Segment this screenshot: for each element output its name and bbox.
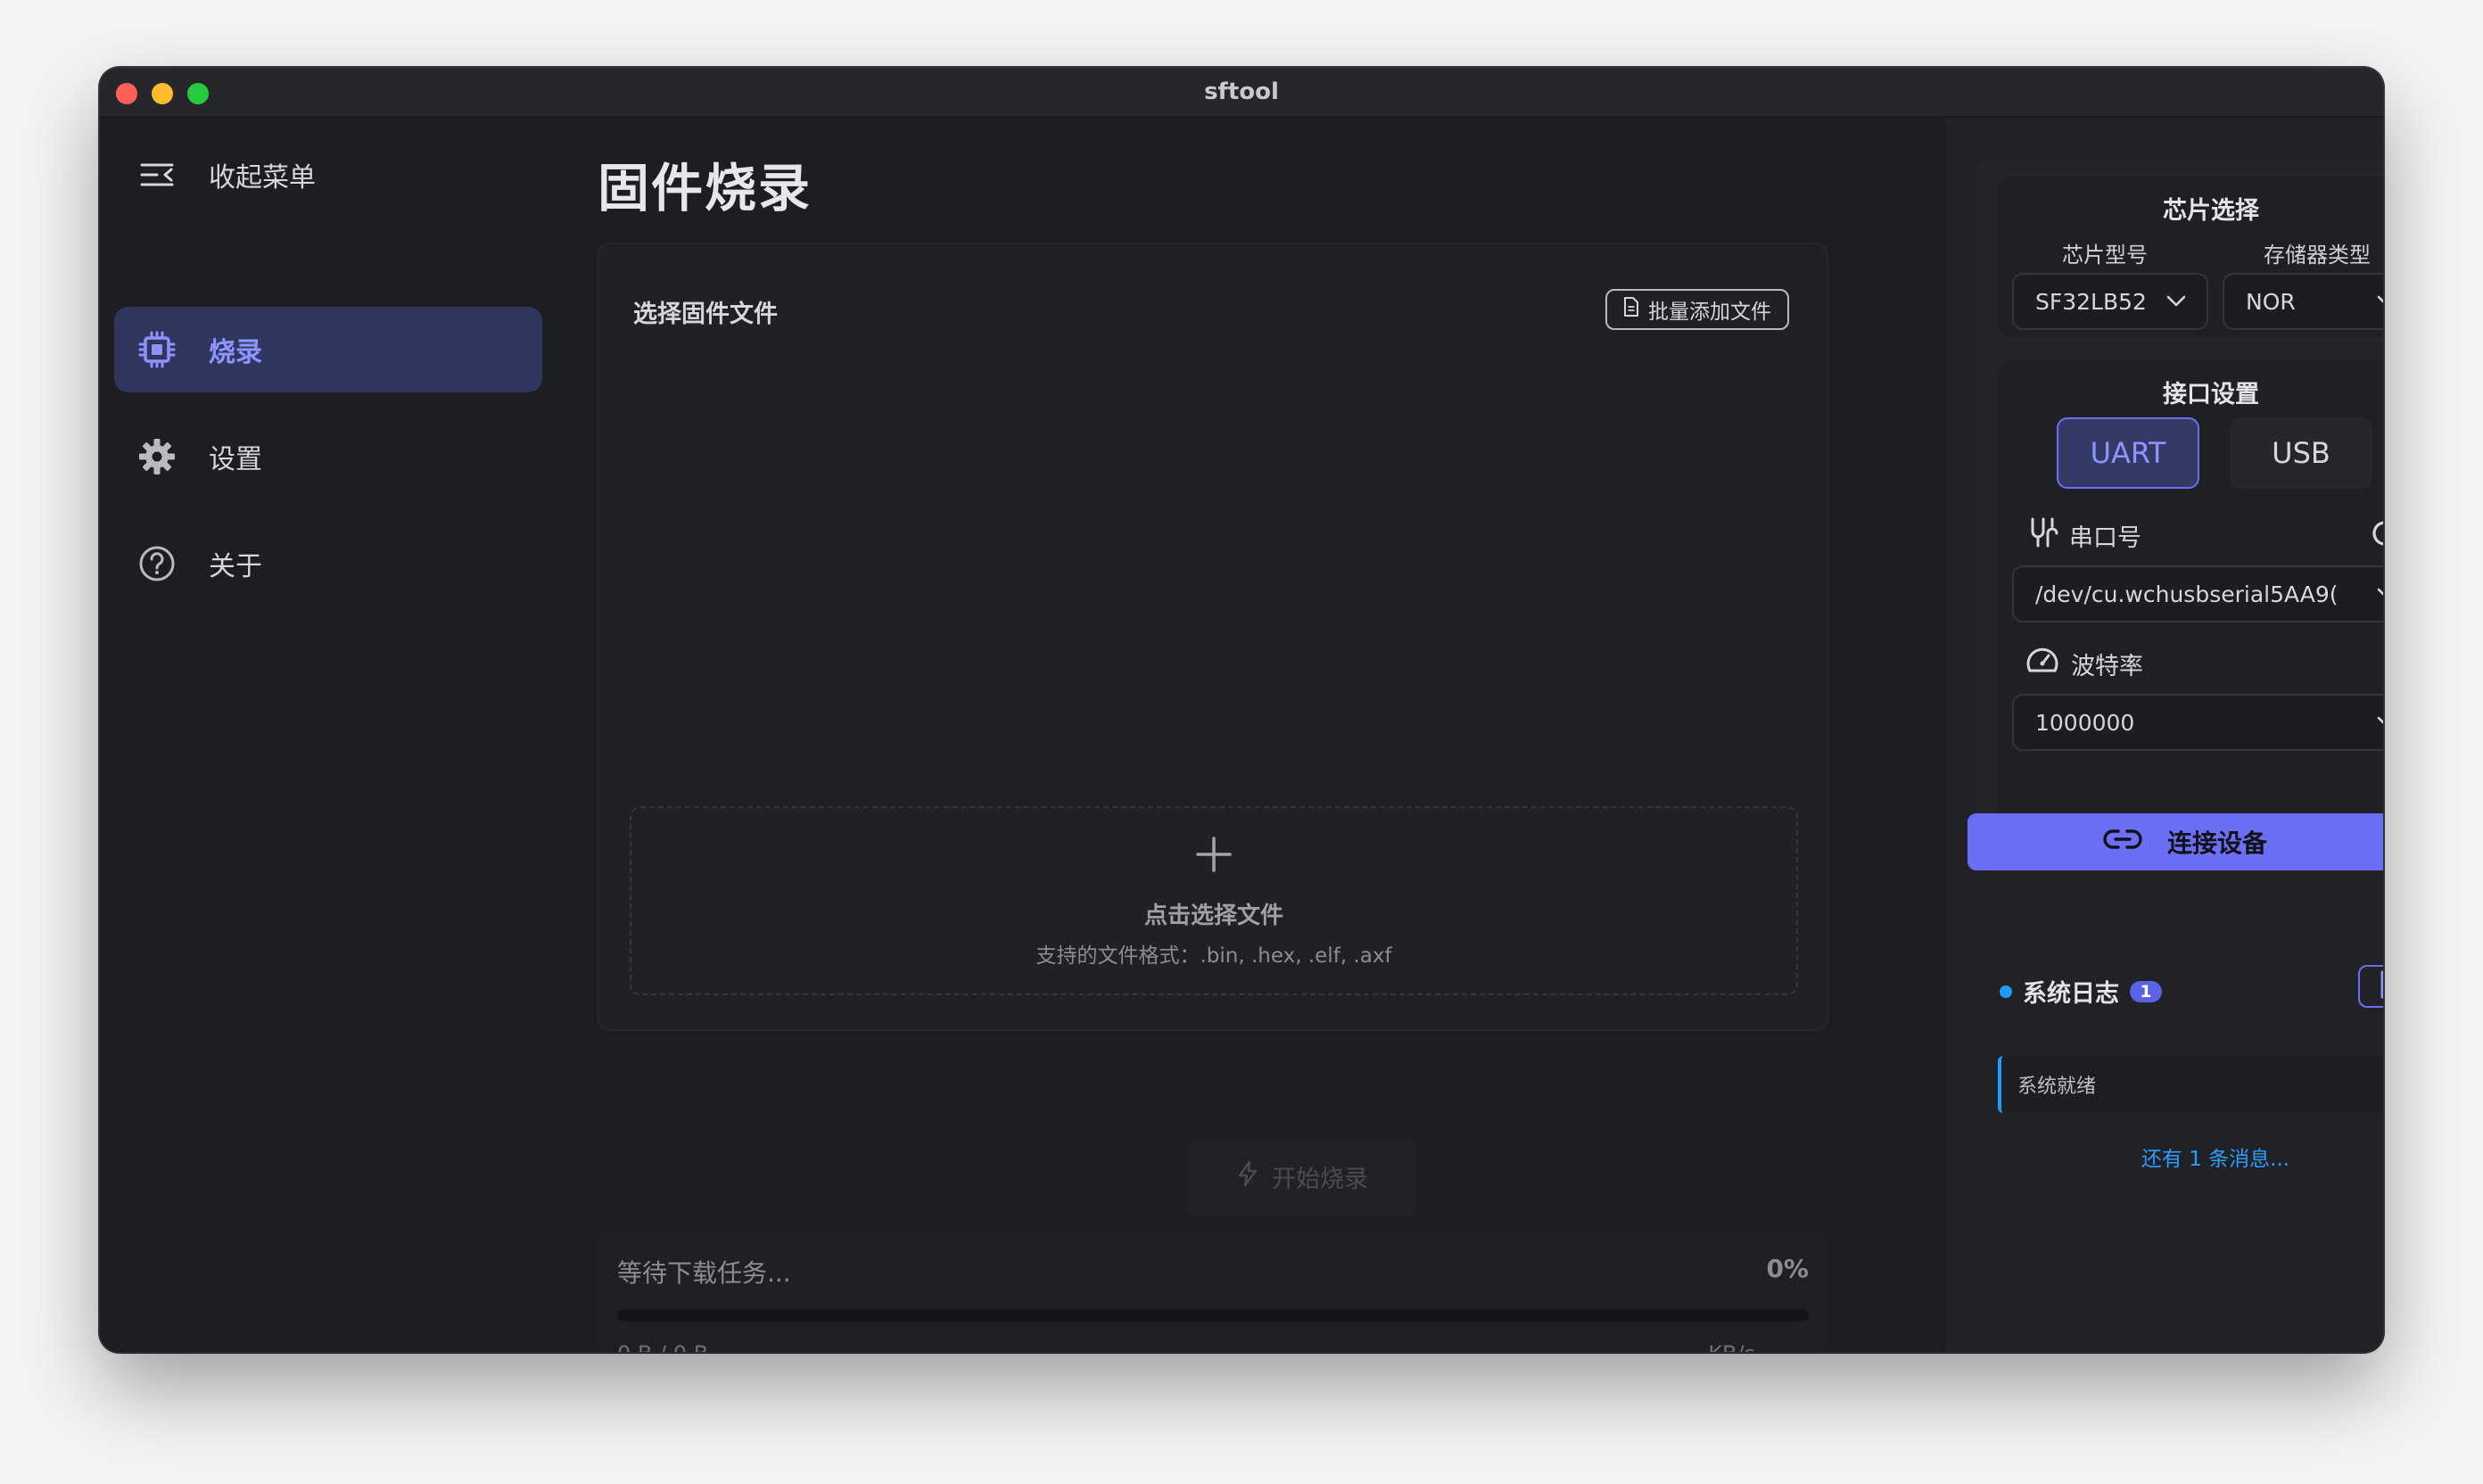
baud-rate-select[interactable]: 1000000 [2012,694,2383,751]
chip-icon [137,330,177,369]
plus-icon [631,828,1796,881]
collapse-menu-label: 收起菜单 [209,162,316,194]
chip-model-label: 芯片型号 [2062,243,2148,268]
progress-bytes: 0 B / 0 B [617,1341,708,1352]
window-title: sftool [1204,78,1279,105]
progress-bar [617,1309,1809,1322]
file-dropzone[interactable]: 点击选择文件 支持的文件格式：.bin, .hex, .elf, .axf [630,806,1798,995]
log-entry: 系统就绪 [1998,1056,2383,1113]
download-progress: 等待下载任务... 0% 0 B / 0 B -- KB/s -- [598,1234,1828,1352]
memory-type-label: 存储器类型 [2264,243,2371,268]
firmware-file-card: 选择固件文件 批量添加文件 点击选择文件 支持的文件格式：.bin, .hex,… [598,243,1828,1031]
progress-eta: -- [1794,1341,1809,1352]
sidebar-item-about[interactable]: 关于 [114,521,542,606]
title-bar: sftool [100,68,2383,118]
dropzone-formats: 支持的文件格式：.bin, .hex, .elf, .axf [1035,944,1392,968]
config-panel: 芯片选择 芯片型号 存储器类型 SF32LB52 NOR 接口设置 UART U… [1946,118,2383,1352]
connect-device-button[interactable]: 连接设备 [1967,813,2383,870]
progress-status: 等待下载任务... [617,1258,791,1288]
refresh-ports-icon[interactable] [2369,517,2383,549]
serial-port-icon [2025,515,2058,556]
file-icon [1623,297,1639,322]
chevron-down-icon [2374,289,2383,314]
help-circle-icon [137,544,177,583]
system-log-title: 系统日志 [2023,980,2119,1008]
connect-device-label: 连接设备 [2166,829,2267,858]
chevron-down-icon [2374,710,2383,735]
lightning-icon [1236,1160,1259,1193]
log-count-badge: 1 [2130,980,2162,1002]
sidebar-item-settings[interactable]: 设置 [114,414,542,499]
batch-add-files-label: 批量添加文件 [1648,301,1771,324]
gear-icon [137,437,177,476]
interface-settings-section: 接口设置 UART USB 串口号 /dev/cu.wchusbserial5A… [1998,360,2383,849]
app-window: sftool 收起菜单 烧录 设置 关于 固件烧录 选择固件文件 批量添加文件 … [100,68,2383,1352]
more-messages-link[interactable]: 还有 1 条消息... [1998,1142,2383,1172]
serial-port-select[interactable]: /dev/cu.wchusbserial5AA9( [2012,565,2383,622]
sidebar-item-label: 烧录 [209,337,262,368]
baud-rate-label-row: 波特率 [2025,644,2143,684]
sidebar: 收起菜单 烧录 设置 关于 [100,118,564,1352]
chevron-down-icon [2164,289,2189,314]
file-card-header: 选择固件文件 [633,301,778,328]
device-config-card: 芯片选择 芯片型号 存储器类型 SF32LB52 NOR 接口设置 UART U… [1976,159,2383,872]
tab-uart[interactable]: UART [2057,417,2199,489]
open-log-button[interactable] [2358,965,2383,1008]
sidebar-item-flash[interactable]: 烧录 [114,307,542,392]
link-icon [2103,828,2142,857]
memory-type-value: NOR [2246,288,2296,315]
screen: sftool 收起菜单 烧录 设置 关于 固件烧录 选择固件文件 批量添加文件 … [0,0,2483,1484]
baud-rate-label: 波特率 [2071,653,2143,680]
start-flash-button[interactable]: 开始烧录 [1188,1136,1416,1216]
interface-settings-title: 接口设置 [2163,381,2259,408]
serial-port-label-row: 串口号 [2025,515,2141,556]
chip-selection-section: 芯片选择 芯片型号 存储器类型 SF32LB52 NOR [1998,177,2383,337]
page-title: 固件烧录 [598,158,813,218]
speedometer-icon [2025,644,2060,684]
sidebar-item-label: 关于 [209,551,262,582]
tab-usb[interactable]: USB [2230,417,2372,489]
start-flash-label: 开始烧录 [1272,1165,1368,1193]
chip-selection-title: 芯片选择 [2163,197,2259,225]
memory-type-select[interactable]: NOR [2223,273,2383,330]
sidebar-item-label: 设置 [209,444,262,475]
collapse-menu-icon [137,155,177,194]
chip-model-select[interactable]: SF32LB52 [2012,273,2208,330]
batch-add-files-button[interactable]: 批量添加文件 [1605,289,1789,330]
chevron-down-icon [2374,581,2383,606]
external-link-icon [2378,969,2383,1004]
progress-speed: -- KB/s [1686,1341,1755,1352]
main-content: 固件烧录 选择固件文件 批量添加文件 点击选择文件 支持的文件格式：.bin, … [564,118,1946,1352]
dropzone-title: 点击选择文件 [1143,903,1283,929]
system-log-header: 系统日志 1 [2000,974,2162,1009]
baud-rate-value: 1000000 [2035,709,2135,736]
collapse-menu-button[interactable]: 收起菜单 [137,153,316,196]
serial-port-value: /dev/cu.wchusbserial5AA9( [2035,581,2339,607]
log-status-dot [2000,985,2012,998]
progress-percent: 0% [1766,1254,1809,1283]
serial-port-label: 串口号 [2069,524,2141,552]
